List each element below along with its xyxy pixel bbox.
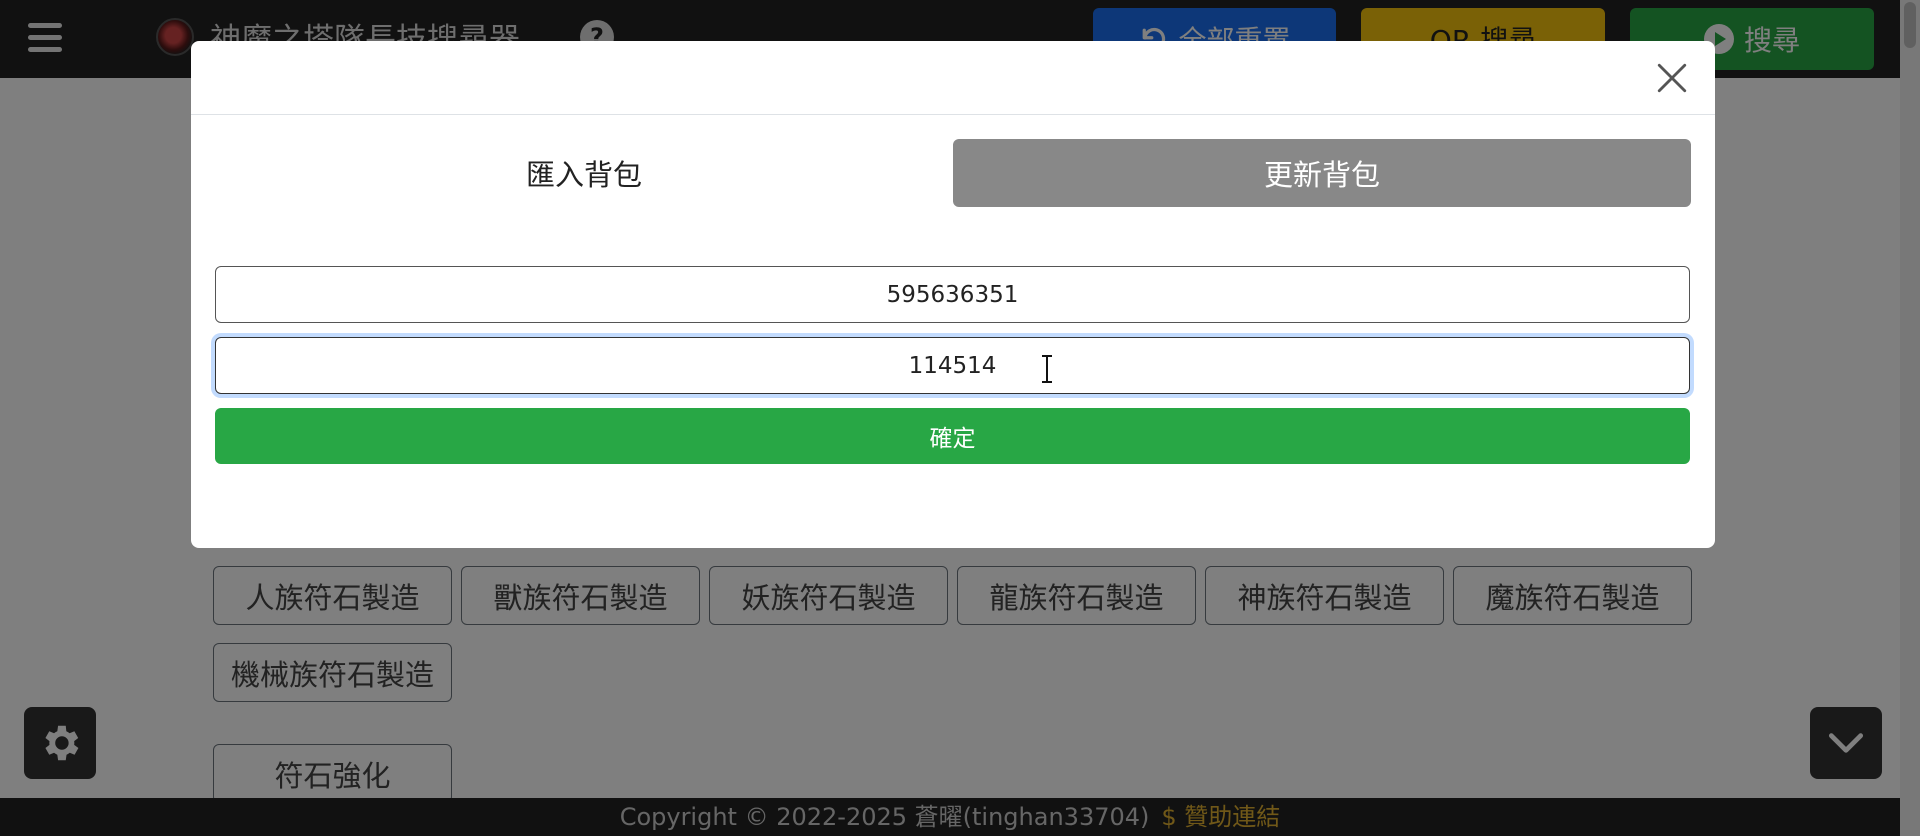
confirm-button[interactable]: 確定 (215, 408, 1690, 464)
verification-code-input[interactable] (215, 337, 1690, 394)
text-cursor-icon (1042, 355, 1052, 383)
close-icon[interactable] (1655, 61, 1689, 95)
uid-input[interactable] (215, 266, 1690, 323)
modal-header (191, 41, 1715, 115)
tab-import-inventory[interactable]: 匯入背包 (215, 139, 953, 207)
tab-update-inventory[interactable]: 更新背包 (953, 139, 1691, 207)
inventory-modal: 匯入背包 更新背包 確定 (191, 41, 1715, 548)
